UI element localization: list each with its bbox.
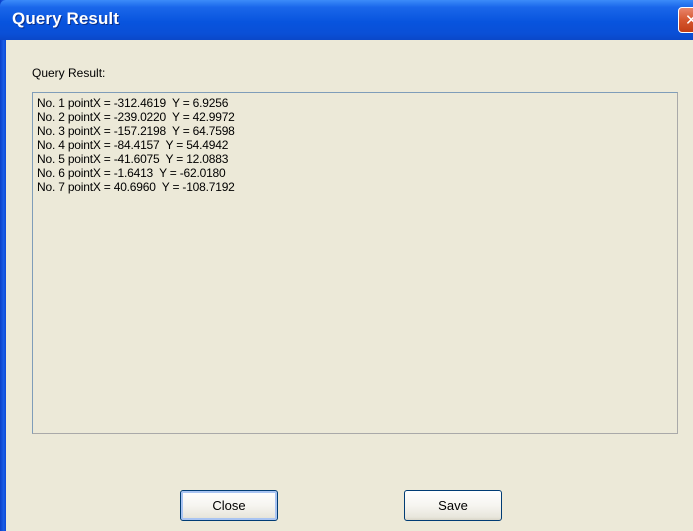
save-button[interactable]: Save [404, 490, 502, 521]
query-result-label: Query Result: [32, 66, 106, 80]
result-line: No. 4 pointX = -84.4157 Y = 54.4942 [37, 138, 229, 152]
window-frame-left [0, 0, 6, 531]
close-window-button[interactable]: ✕ [678, 7, 693, 33]
result-line: No. 2 pointX = -239.0220 Y = 42.9972 [37, 110, 235, 124]
close-button[interactable]: Close [180, 490, 278, 521]
title-bar[interactable]: Query Result ✕ [0, 0, 693, 40]
window-title: Query Result [12, 9, 120, 28]
result-line: No. 1 pointX = -312.4619 Y = 6.9256 [37, 96, 229, 110]
close-icon: ✕ [685, 11, 693, 29]
result-line: No. 7 pointX = 40.6960 Y = -108.7192 [37, 180, 235, 194]
result-line: No. 5 pointX = -41.6075 Y = 12.0883 [37, 152, 229, 166]
query-result-textbox[interactable]: No. 1 pointX = -312.4619 Y = 6.9256 No. 2… [32, 92, 678, 434]
query-result-dialog: Query Result ✕ Query Result: No. 1 point… [0, 0, 693, 531]
result-line: No. 3 pointX = -157.2198 Y = 64.7598 [37, 124, 235, 138]
result-line: No. 6 pointX = -1.6413 Y = -62.0180 [37, 166, 226, 180]
